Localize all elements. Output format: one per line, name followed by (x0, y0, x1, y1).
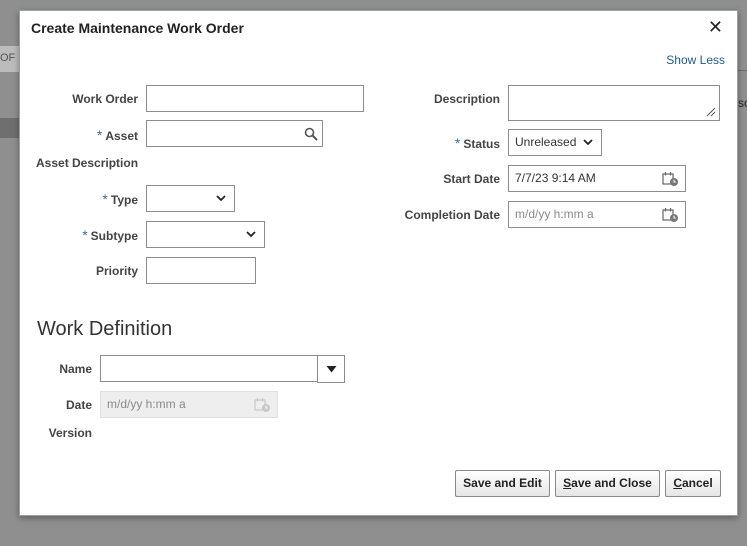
mnemonic-letter: C (673, 476, 682, 490)
work-definition-date-label: Date (65, 398, 92, 412)
asset-input[interactable] (146, 120, 323, 147)
subtype-label-text: Subtype (90, 229, 138, 243)
description-textarea[interactable] (508, 85, 720, 121)
required-indicator: * (102, 191, 108, 207)
cancel-button[interactable]: Cancel (665, 470, 721, 497)
priority-label: Priority (95, 264, 138, 278)
completion-date-placeholder: m/d/yy h:mm a (515, 207, 594, 221)
start-date-value: 7/7/23 9:14 AM (515, 171, 596, 185)
priority-input[interactable] (146, 257, 256, 284)
work-definition-name-label: Name (59, 362, 92, 376)
calendar-clock-icon[interactable] (662, 171, 679, 187)
chevron-down-icon (216, 195, 226, 202)
completion-date-label: Completion Date (404, 208, 500, 222)
start-date-input[interactable]: 7/7/23 9:14 AM (508, 165, 686, 192)
work-definition-date-placeholder: m/d/yy h:mm a (107, 397, 186, 411)
status-label: * Status (455, 135, 500, 151)
start-date-label: Start Date (443, 172, 500, 186)
type-label: * Type (102, 191, 138, 207)
status-select[interactable]: Unreleased (508, 129, 602, 156)
subtype-select[interactable] (146, 221, 265, 248)
work-order-input[interactable] (146, 85, 364, 112)
close-icon[interactable]: ✕ (708, 17, 723, 38)
background-text-fragment-right: sc (738, 96, 747, 110)
show-less-link[interactable]: Show Less (666, 53, 725, 67)
work-definition-heading: Work Definition (37, 318, 173, 340)
asset-label-text: Asset (105, 129, 138, 143)
calendar-clock-icon[interactable] (662, 207, 679, 223)
resize-handle-icon[interactable] (706, 107, 716, 117)
work-definition-name-combobox[interactable] (100, 355, 345, 383)
cancel-label-rest: ancel (681, 476, 713, 490)
type-label-text: Type (110, 193, 138, 207)
mnemonic-letter: S (563, 476, 572, 490)
chevron-down-icon (583, 139, 593, 146)
dialog-title: Create Maintenance Work Order (31, 20, 244, 36)
status-label-text: Status (463, 137, 500, 151)
status-select-value: Unreleased (515, 135, 577, 149)
calendar-clock-icon (254, 398, 270, 412)
save-and-close-label-rest: ave and Close (571, 476, 652, 490)
type-select[interactable] (146, 185, 235, 212)
required-indicator: * (82, 227, 88, 243)
save-and-edit-button[interactable]: Save and Edit (455, 470, 550, 497)
description-label: Description (433, 92, 500, 106)
work-order-label: Work Order (72, 92, 138, 106)
work-definition-date-input: m/d/yy h:mm a (100, 391, 278, 418)
search-icon[interactable] (304, 127, 318, 141)
subtype-label: * Subtype (82, 227, 138, 243)
work-definition-version-label: Version (48, 426, 92, 440)
create-work-order-dialog: Create Maintenance Work Order ✕ Show Les… (19, 10, 738, 516)
combobox-dropdown-button[interactable] (317, 355, 345, 383)
asset-label: * Asset (97, 127, 138, 143)
save-and-close-button[interactable]: Save and Close (555, 470, 660, 497)
asset-description-label: Asset Description (36, 156, 139, 170)
background-text-fragment-left: OF (0, 52, 16, 64)
required-indicator: * (454, 135, 461, 151)
chevron-down-icon (246, 231, 256, 238)
required-indicator: * (96, 127, 103, 143)
background-panel-fragment (0, 118, 20, 138)
completion-date-input[interactable]: m/d/yy h:mm a (508, 201, 686, 228)
triangle-down-icon (326, 366, 337, 373)
